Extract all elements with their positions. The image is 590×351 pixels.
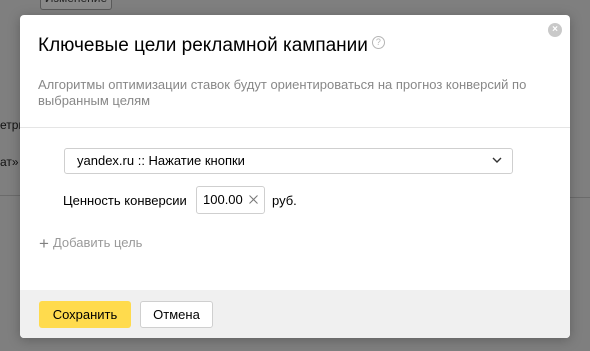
currency-unit: руб. xyxy=(272,193,297,208)
modal-description: Алгоритмы оптимизации ставок будут ориен… xyxy=(38,77,527,108)
save-button[interactable]: Сохранить xyxy=(39,301,131,328)
chevron-down-icon xyxy=(492,157,502,163)
clear-icon[interactable] xyxy=(248,194,259,205)
add-goal-label: Добавить цель xyxy=(52,235,143,250)
help-icon[interactable]: ? xyxy=(371,36,385,49)
goal-select[interactable]: yandex.ru :: Нажатие кнопки xyxy=(64,148,513,174)
conversion-value-input[interactable]: 100.00 xyxy=(196,186,265,214)
close-icon[interactable]: × xyxy=(548,23,562,37)
modal-title-text: Ключевые цели рекламной кампании xyxy=(38,35,368,56)
add-goal-link[interactable]: + Добавить цель xyxy=(39,234,142,254)
goals-modal: × Ключевые цели рекламной кампании? Алго… xyxy=(20,15,570,338)
plus-icon: + xyxy=(39,234,49,253)
goal-select-value: yandex.ru :: Нажатие кнопки xyxy=(77,153,245,168)
background-text: ат» xyxy=(0,155,19,169)
background-divider xyxy=(570,197,590,198)
background-divider xyxy=(0,195,20,196)
conversion-value-text: 100.00 xyxy=(203,192,243,207)
conversion-value-label: Ценность конверсии xyxy=(63,193,187,208)
modal-title: Ключевые цели рекламной кампании? xyxy=(38,35,385,57)
background-text: етри xyxy=(0,118,20,132)
background-button: Изменение xyxy=(40,0,112,10)
modal-footer: Сохранить Отмена xyxy=(20,290,570,338)
divider xyxy=(20,127,570,128)
cancel-button[interactable]: Отмена xyxy=(140,301,213,328)
